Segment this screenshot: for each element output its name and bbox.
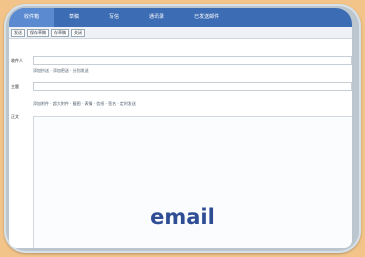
subject-input[interactable]	[33, 82, 352, 91]
send-button[interactable]: 发送	[11, 28, 25, 37]
recipient-input[interactable]	[33, 56, 352, 65]
tab-compose[interactable]: 写信	[94, 8, 134, 27]
caption-email: email	[150, 205, 215, 229]
recipient-row: 收件人	[9, 56, 352, 65]
close-button[interactable]: 关闭	[71, 28, 85, 37]
tab-sent[interactable]: 已发送邮件	[179, 8, 234, 27]
attachment-options[interactable]: 添加附件 · 超大附件 · 截图 · 表情 · 信纸 · 签名 · 定时发送	[33, 101, 352, 107]
tab-inbox[interactable]: 收件箱	[9, 8, 55, 27]
tab-bar: 收件箱 草稿 写信 通讯录 已发送邮件	[9, 8, 352, 27]
store-draft-button[interactable]: 存草稿	[51, 28, 69, 37]
subject-row: 主题	[9, 82, 352, 91]
subject-label: 主题	[11, 83, 19, 89]
recipient-label: 收件人	[11, 57, 23, 63]
attachment-options-label: 添加附件 · 超大附件 · 截图 · 表情 · 信纸 · 签名 · 定时发送	[33, 101, 136, 106]
tab-contacts[interactable]: 通讯录	[134, 8, 179, 27]
body-label: 正文	[11, 114, 19, 119]
compose-toolbar: 发送 保存草稿 存草稿 关闭	[9, 27, 352, 39]
save-draft-button[interactable]: 保存草稿	[27, 28, 49, 37]
tab-drafts[interactable]: 草稿	[54, 8, 94, 27]
cc-options[interactable]: 添加抄送 · 添加密送 · 分别发送	[33, 68, 352, 74]
